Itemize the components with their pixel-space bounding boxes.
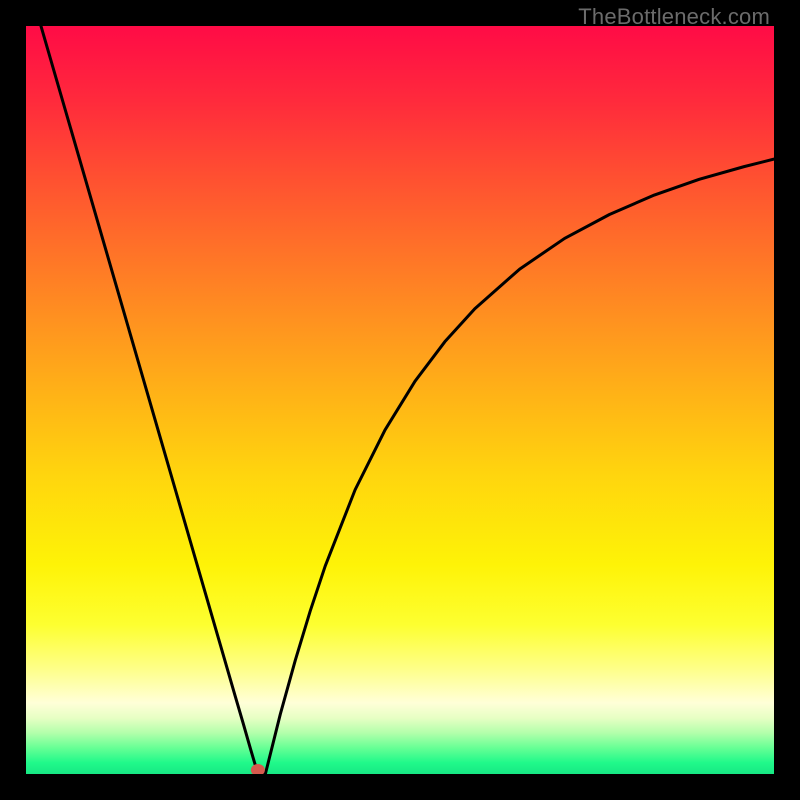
- chart-background: [26, 26, 774, 774]
- chart-frame: [26, 26, 774, 774]
- watermark-label: TheBottleneck.com: [578, 4, 770, 30]
- bottleneck-chart: [26, 26, 774, 774]
